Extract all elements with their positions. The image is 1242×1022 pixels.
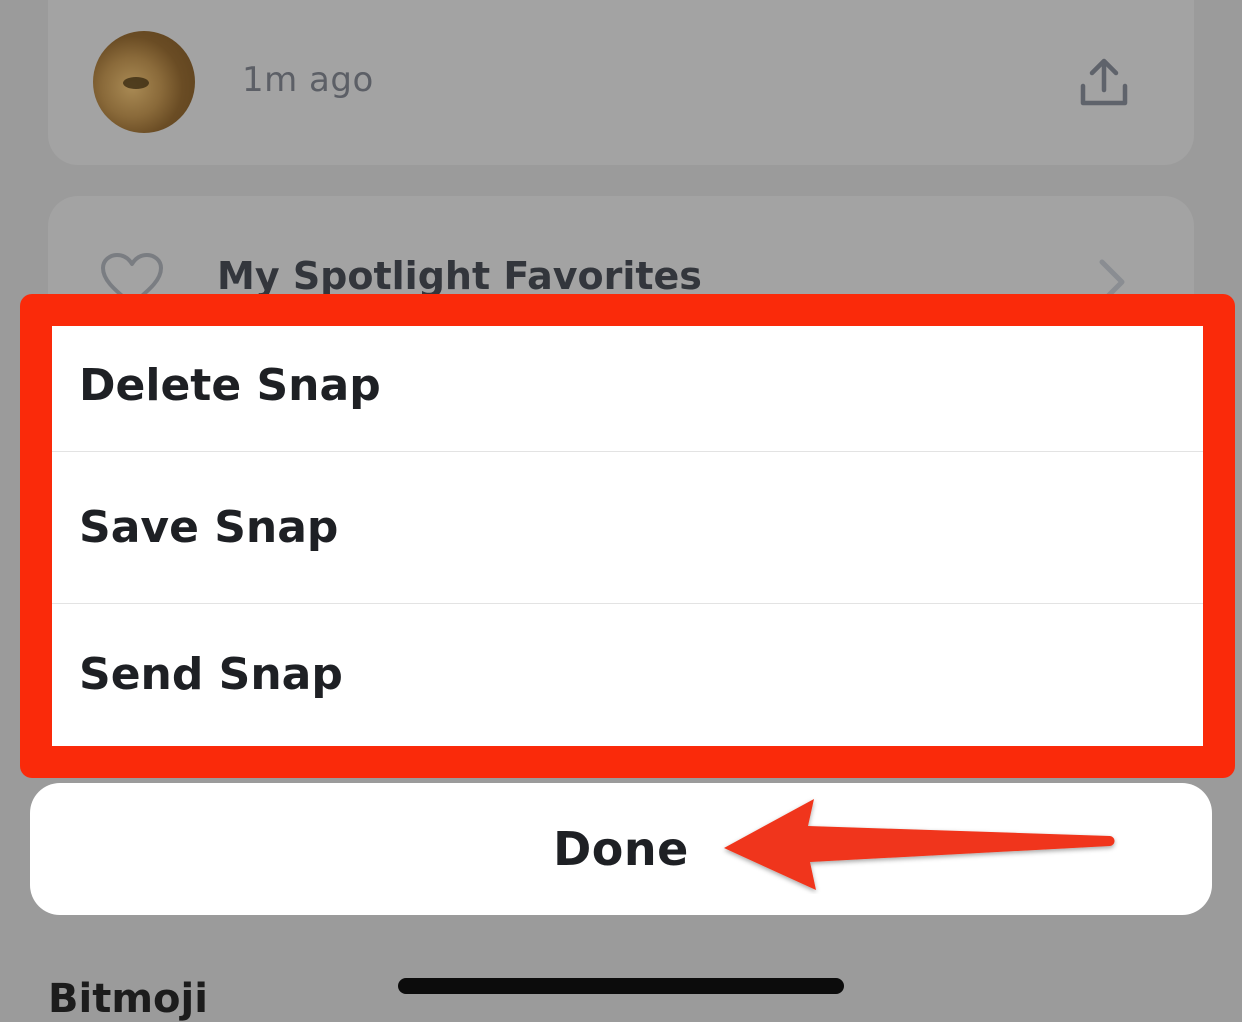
spotlight-favorites-label: My Spotlight Favorites <box>217 254 702 298</box>
story-timestamp: 1m ago <box>242 60 374 100</box>
delete-snap-button[interactable]: Delete Snap <box>52 326 1203 452</box>
share-icon[interactable] <box>1078 58 1130 108</box>
send-snap-button[interactable]: Send Snap <box>52 604 1203 744</box>
bitmoji-section-heading: Bitmoji <box>48 976 208 1022</box>
home-indicator[interactable] <box>398 978 844 994</box>
save-snap-button[interactable]: Save Snap <box>52 452 1203 604</box>
arrow-left-icon <box>724 799 1115 890</box>
story-card[interactable] <box>48 0 1194 165</box>
avatar[interactable] <box>93 31 195 133</box>
action-sheet: Delete Snap Save Snap Send Snap <box>52 326 1203 746</box>
